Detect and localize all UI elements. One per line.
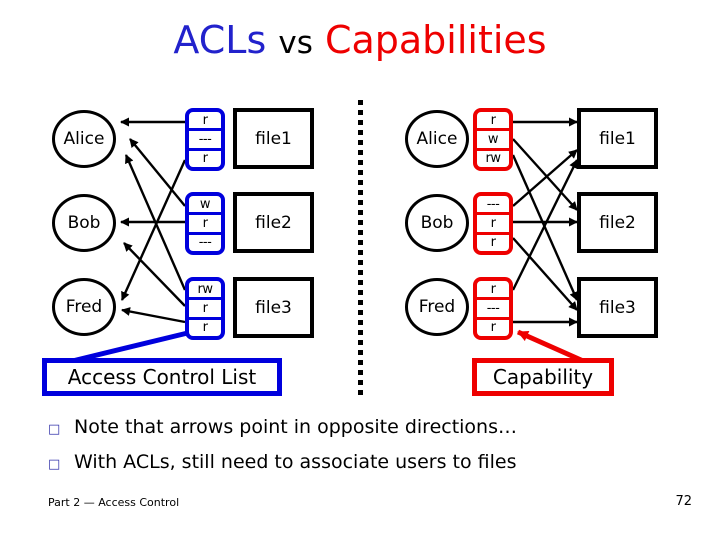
bullet-item-1: □ Note that arrows point in opposite dir… [48, 414, 688, 443]
acl-column-file1[interactable]: r --- r [185, 108, 225, 171]
bullet-square-icon: □ [48, 457, 61, 472]
acl-subject-bob-label: Bob [67, 213, 101, 233]
acl-cell-file3-bob: r [189, 300, 221, 320]
cap-arrow-bob-file1 [512, 149, 578, 207]
cap-file1-label: file1 [599, 128, 636, 149]
acl-subject-fred[interactable]: Fred [52, 278, 116, 336]
acl-arrow-file3-bob [123, 242, 186, 307]
acl-arrow-file2-alice [129, 138, 186, 207]
capability-callout[interactable]: Capability [472, 358, 614, 396]
acl-cell-file1-fred: r [202, 151, 208, 167]
cap-cell-fred-file2: --- [477, 300, 509, 320]
cap-cell-alice-file3: rw [485, 151, 501, 167]
capability-arrow-group [511, 117, 579, 327]
acl-file-box-file2[interactable]: file2 [233, 192, 314, 253]
page-title: ACLs vs Capabilities [0, 18, 720, 65]
acl-subject-fred-label: Fred [65, 297, 103, 317]
cap-subject-fred[interactable]: Fred [405, 278, 469, 336]
cap-file-box-file1[interactable]: file1 [577, 108, 658, 169]
cap-arrow-alice-file3 [511, 154, 579, 301]
cap-cell-fred-file3: r [490, 320, 496, 336]
acl-cell-file1-bob: --- [189, 131, 221, 151]
cap-file-box-file3[interactable]: file3 [577, 277, 658, 338]
acl-column-file2[interactable]: w r --- [185, 192, 225, 255]
cap-cell-alice-file2: w [477, 131, 509, 151]
acl-file3-label: file3 [255, 297, 292, 318]
access-control-list-callout-label: Access Control List [67, 365, 257, 389]
cap-subject-alice-label: Alice [416, 129, 458, 149]
acl-arrow-file1-fred [120, 159, 187, 301]
acl-file-box-file3[interactable]: file3 [233, 277, 314, 338]
acl-cell-file2-alice: w [189, 196, 221, 216]
acl-arrow-group [120, 117, 187, 324]
cap-file2-label: file2 [599, 212, 636, 233]
acl-subject-alice-label: Alice [63, 129, 105, 149]
cap-cell-bob-file2: r [477, 215, 509, 235]
bullet-item-2-text: With ACLs, still need to associate users… [74, 451, 517, 473]
cap-file3-label: file3 [599, 297, 636, 318]
bullet-item-2: □ With ACLs, still need to associate use… [48, 449, 688, 478]
cap-file-box-file2[interactable]: file2 [577, 192, 658, 253]
acl-subject-bob[interactable]: Bob [52, 194, 116, 252]
cap-subject-bob[interactable]: Bob [405, 194, 469, 252]
cap-arrow-fred-file1 [511, 159, 579, 291]
capability-row-alice[interactable]: r w rw [473, 108, 513, 171]
acl-file2-label: file2 [255, 212, 292, 233]
cap-subject-fred-label: Fred [418, 297, 456, 317]
acl-cell-file3-alice: rw [189, 281, 221, 301]
capability-row-fred[interactable]: r --- r [473, 277, 513, 340]
slide-canvas: ACLs vs Capabilities Alice Bob Fred r --… [0, 0, 720, 540]
cap-cell-bob-file3: r [490, 235, 496, 251]
cap-subject-alice[interactable]: Alice [405, 110, 469, 168]
acl-cell-file2-bob: r [189, 215, 221, 235]
acl-cell-file1-alice: r [189, 112, 221, 132]
cap-cell-fred-file1: r [477, 281, 509, 301]
title-acls: ACLs [173, 18, 267, 62]
capability-row-bob[interactable]: --- r r [473, 192, 513, 255]
bullet-square-icon: □ [48, 422, 61, 437]
title-vs: vs [278, 25, 313, 61]
footer-left-text: Part 2 — Access Control [48, 496, 180, 509]
capability-callout-label: Capability [492, 365, 594, 389]
cap-cell-alice-file1: r [477, 112, 509, 132]
access-control-list-callout[interactable]: Access Control List [42, 358, 282, 396]
bullet-item-1-text: Note that arrows point in opposite direc… [74, 416, 518, 438]
acl-cell-file2-fred: --- [198, 235, 212, 251]
acl-subject-alice[interactable]: Alice [52, 110, 116, 168]
cap-cell-bob-file1: --- [477, 196, 509, 216]
acl-column-file3[interactable]: rw r r [185, 277, 225, 340]
acl-file1-label: file1 [255, 128, 292, 149]
acl-cell-file3-fred: r [202, 320, 208, 336]
slide-number: 72 [675, 494, 692, 509]
acl-arrow-file3-alice [124, 154, 187, 291]
bullet-list: □ Note that arrows point in opposite dir… [48, 414, 688, 484]
cap-arrow-alice-file2 [512, 138, 578, 211]
section-divider [358, 100, 363, 400]
cap-arrow-bob-file3 [512, 237, 578, 311]
cap-subject-bob-label: Bob [420, 213, 454, 233]
title-capabilities: Capabilities [324, 18, 547, 62]
acl-file-box-file1[interactable]: file1 [233, 108, 314, 169]
acl-arrow-file3-fred [121, 307, 186, 324]
